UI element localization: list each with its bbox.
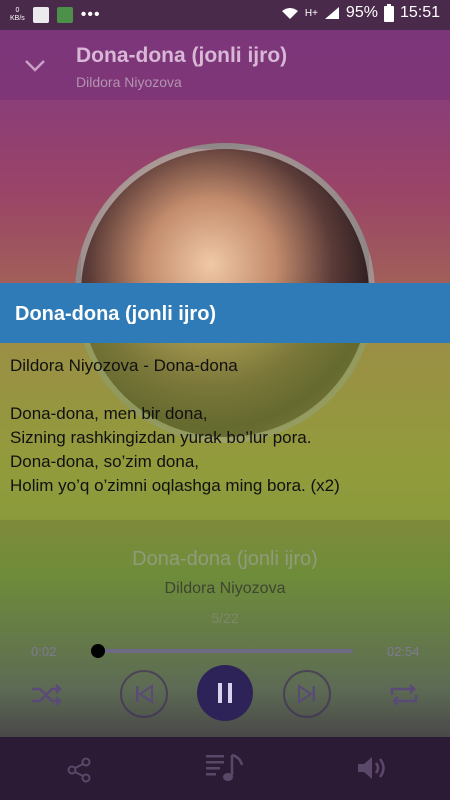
- track-counter: 5/22: [211, 610, 239, 626]
- lyrics-line: Holim yo’q o’zimni oqlashga ming bora. (…: [10, 476, 340, 495]
- pause-icon: [218, 683, 232, 703]
- share-button[interactable]: [63, 754, 95, 786]
- skip-previous-icon: [136, 684, 153, 704]
- player-artist: Dildora Niyozova: [164, 580, 286, 597]
- lyrics-header: Dona-dona (jonli ijro): [0, 283, 450, 343]
- battery-percent: 95%: [345, 4, 378, 21]
- now-playing-header: Dona-dona (jonli ijro) Dildora Niyozova: [0, 30, 450, 100]
- battery-icon: [383, 4, 394, 22]
- playlist-music-icon: [206, 753, 244, 781]
- lyrics-line: Dona-dona, men bir dona,: [10, 404, 208, 423]
- volume-button[interactable]: [353, 752, 389, 784]
- signal-icon: [324, 7, 339, 19]
- repeat-button[interactable]: [384, 675, 424, 715]
- lyrics-line: Sizning rashkingizdan yurak bo’lur pora.: [10, 428, 312, 447]
- duration: 02:54: [387, 644, 420, 659]
- shuffle-icon: [32, 684, 62, 706]
- lyrics-title: Dona-dona (jonli ijro): [15, 303, 217, 325]
- next-button[interactable]: [283, 670, 331, 718]
- header-artist: Dildora Niyozova: [76, 74, 182, 90]
- gallery-icon: [32, 7, 49, 23]
- clock: 15:51: [399, 4, 440, 21]
- elapsed-time: 0:02: [31, 644, 57, 659]
- network-speed: 0 KB/s: [10, 7, 25, 22]
- player-title: Dona-dona (jonli ijro): [132, 548, 318, 570]
- network-type: H+: [304, 7, 318, 19]
- previous-button[interactable]: [120, 670, 168, 718]
- status-bar: 0 KB/s ••• H+ 95% 15:51: [0, 0, 450, 30]
- lyrics-line: Dona-dona, so’zim dona,: [10, 452, 200, 471]
- pause-button[interactable]: [197, 665, 253, 721]
- repeat-icon: [390, 684, 418, 706]
- bottom-action-bar: [0, 737, 450, 800]
- chevron-down-icon: [25, 60, 45, 72]
- more-notifications-icon: •••: [80, 6, 101, 23]
- wifi-icon: [281, 8, 298, 19]
- skip-next-icon: [298, 684, 315, 704]
- volume-icon: [358, 757, 385, 779]
- seek-bar[interactable]: [95, 649, 353, 653]
- collapse-button[interactable]: [22, 52, 48, 78]
- lyrics-panel: Dildora Niyozova - Dona-dona Dona-dona, …: [0, 343, 450, 520]
- shuffle-button[interactable]: [26, 675, 66, 715]
- lyrics-line: Dildora Niyozova - Dona-dona: [10, 356, 238, 375]
- app-icon: [56, 7, 73, 23]
- player-screen: 0 KB/s ••• H+ 95% 15:51 Dona-dona (jonli…: [0, 0, 450, 800]
- share-icon: [67, 757, 91, 783]
- seek-knob[interactable]: [91, 644, 106, 658]
- header-title: Dona-dona (jonli ijro): [76, 44, 288, 67]
- playlist-button[interactable]: [203, 750, 247, 786]
